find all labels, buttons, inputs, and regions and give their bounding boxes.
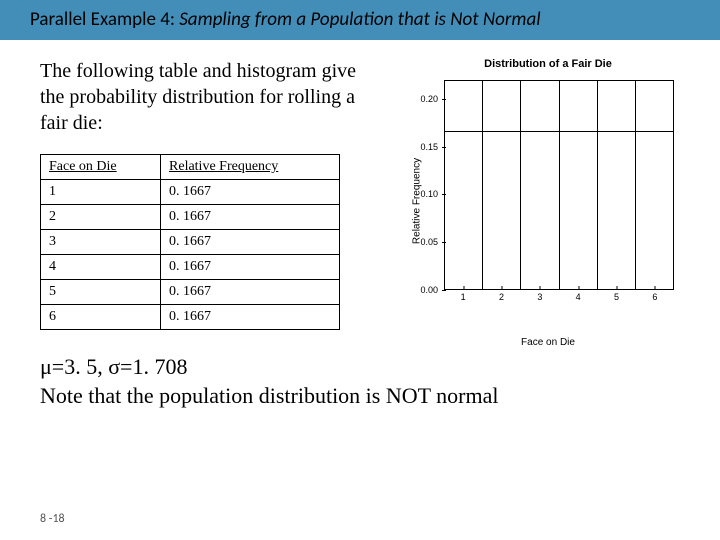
col-header-face: Face on Die xyxy=(41,154,161,179)
table-row: 10. 1667 xyxy=(41,179,340,204)
chart-title: Distribution of a Fair Die xyxy=(398,58,698,70)
bar xyxy=(521,81,559,289)
left-column: The following table and histogram give t… xyxy=(40,58,380,338)
x-tick: 2 xyxy=(499,292,504,302)
footer-text: μ=3. 5, σ=1. 708 Note that the populatio… xyxy=(0,338,720,411)
y-tick: 0.10 xyxy=(408,189,442,199)
x-ticks: 1 2 3 4 5 6 xyxy=(444,292,674,306)
col-header-freq: Relative Frequency xyxy=(161,154,340,179)
table-row: 30. 1667 xyxy=(41,229,340,254)
title-lead: Parallel Example 4: xyxy=(30,8,175,31)
x-tick: 3 xyxy=(537,292,542,302)
slide-number: 8 -18 xyxy=(40,512,65,526)
x-tick: 1 xyxy=(461,292,466,302)
table-row: 60. 1667 xyxy=(41,304,340,329)
bar xyxy=(636,81,673,289)
table-row: 40. 1667 xyxy=(41,254,340,279)
chart-column: Distribution of a Fair Die Relative Freq… xyxy=(398,58,698,338)
content-area: The following table and histogram give t… xyxy=(0,40,720,338)
y-ticks: 0.00 0.05 0.10 0.15 0.20 xyxy=(408,80,442,290)
table-row: 50. 1667 xyxy=(41,279,340,304)
x-axis-label: Face on Die xyxy=(408,337,688,348)
bar xyxy=(598,81,636,289)
frequency-table: Face on Die Relative Frequency 10. 1667 … xyxy=(40,154,340,330)
y-tick: 0.00 xyxy=(408,285,442,295)
stats-line: μ=3. 5, σ=1. 708 xyxy=(40,352,692,382)
chart-area: Relative Frequency 0.00 0.05 0.10 0.15 0… xyxy=(408,76,688,326)
y-tick: 0.05 xyxy=(408,237,442,247)
bar xyxy=(483,81,521,289)
title-rest: Sampling from a Population that is Not N… xyxy=(175,8,541,31)
x-tick: 5 xyxy=(614,292,619,302)
plot-box xyxy=(444,80,674,290)
note-line: Note that the population distribution is… xyxy=(40,381,692,411)
y-tick: 0.15 xyxy=(408,142,442,152)
x-tick: 4 xyxy=(576,292,581,302)
bars-container xyxy=(445,81,673,289)
y-tick: 0.20 xyxy=(408,94,442,104)
intro-text: The following table and histogram give t… xyxy=(40,58,380,136)
bar xyxy=(445,81,483,289)
x-tick: 6 xyxy=(652,292,657,302)
table-header-row: Face on Die Relative Frequency xyxy=(41,154,340,179)
slide-title-bar: Parallel Example 4: Sampling from a Popu… xyxy=(0,0,720,40)
table-row: 20. 1667 xyxy=(41,204,340,229)
bar xyxy=(560,81,598,289)
